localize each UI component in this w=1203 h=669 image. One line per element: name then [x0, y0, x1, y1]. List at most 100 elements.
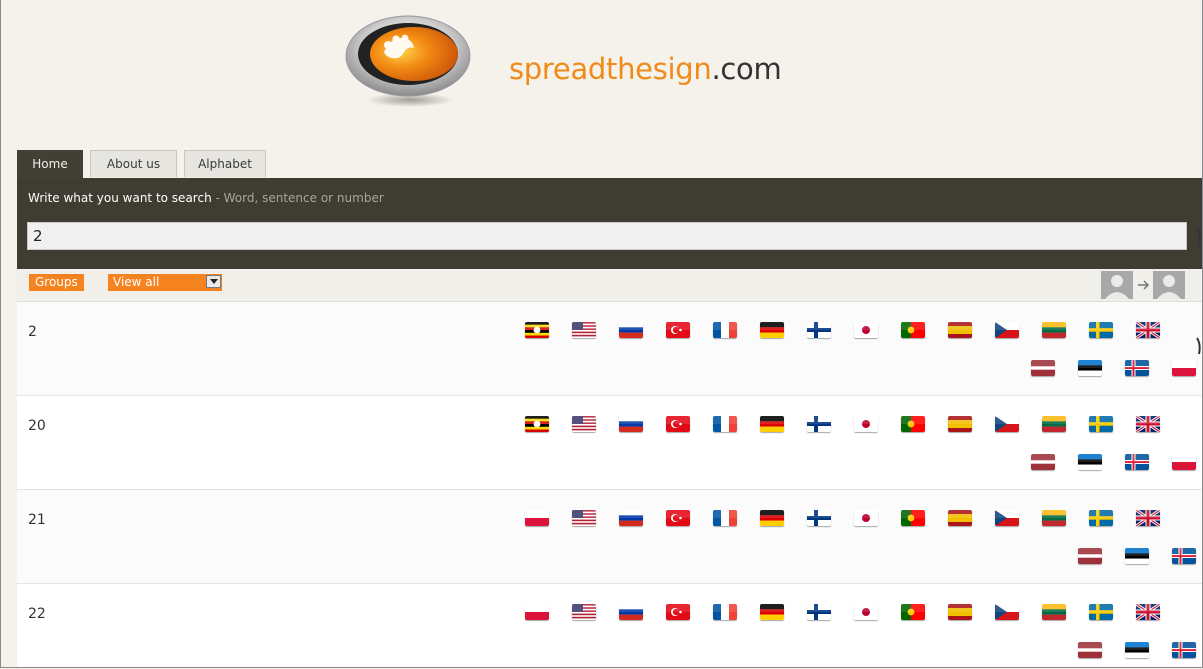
flag-czech-icon[interactable]: [995, 416, 1019, 432]
search-input[interactable]: 2: [27, 222, 1187, 250]
filter-bar: Groups View all: [17, 269, 1202, 302]
flag-estonia-icon[interactable]: [1125, 642, 1149, 658]
flag-spain-icon[interactable]: [948, 322, 972, 338]
flag-russia-icon[interactable]: [619, 604, 643, 620]
language-flags: [17, 302, 1202, 395]
flag-estonia-icon[interactable]: [1078, 454, 1102, 470]
flag-lithuania-icon[interactable]: [1042, 416, 1066, 432]
view-select[interactable]: View all: [108, 274, 222, 291]
flag-sweden-icon[interactable]: [1089, 416, 1113, 432]
search-hint: - Word, sentence or number: [211, 191, 384, 205]
groups-button[interactable]: Groups: [29, 274, 84, 291]
flag-finland-icon[interactable]: [807, 604, 831, 620]
logo-hand-icon[interactable]: [344, 12, 476, 108]
flag-russia-icon[interactable]: [619, 416, 643, 432]
site-header: spreadthesign.com: [1, 0, 1202, 148]
tab-about-us[interactable]: About us: [90, 150, 177, 177]
flag-czech-icon[interactable]: [995, 322, 1019, 338]
tab-home[interactable]: Home: [17, 150, 83, 178]
flag-germany-icon[interactable]: [760, 604, 784, 620]
language-flags: [17, 584, 1202, 667]
flag-iceland-icon[interactable]: [1172, 548, 1196, 564]
result-row[interactable]: 22: [17, 584, 1202, 667]
flag-portugal-icon[interactable]: [901, 322, 925, 338]
flag-latvia-icon[interactable]: [1031, 360, 1055, 376]
flag-lithuania-icon[interactable]: [1042, 510, 1066, 526]
flag-portugal-icon[interactable]: [901, 416, 925, 432]
result-row[interactable]: 20: [17, 396, 1202, 490]
flag-usa-icon[interactable]: [572, 322, 596, 338]
page-frame: spreadthesign.com Home About us Alphabet…: [0, 0, 1203, 668]
flag-japan-icon[interactable]: [854, 604, 878, 620]
flag-russia-icon[interactable]: [619, 510, 643, 526]
flag-latvia-icon[interactable]: [1031, 454, 1055, 470]
flag-poland-icon[interactable]: [1172, 360, 1196, 376]
flag-sweden-icon[interactable]: [1089, 510, 1113, 526]
flag-finland-icon[interactable]: [807, 510, 831, 526]
flag-japan-icon[interactable]: [854, 416, 878, 432]
flag-poland-icon[interactable]: [525, 604, 549, 620]
flag-sweden-icon[interactable]: [1089, 322, 1113, 338]
flag-usa-icon[interactable]: [572, 604, 596, 620]
flag-france-icon[interactable]: [713, 604, 737, 620]
flag-uk-icon[interactable]: [1136, 510, 1160, 526]
language-flags: [17, 490, 1202, 583]
language-flags: [17, 396, 1202, 489]
flag-iceland-icon[interactable]: [1172, 642, 1196, 658]
flag-estonia-icon[interactable]: [1078, 360, 1102, 376]
flag-latvia-icon[interactable]: [1078, 548, 1102, 564]
flag-finland-icon[interactable]: [807, 416, 831, 432]
flag-turkey-icon[interactable]: [666, 604, 690, 620]
flag-usa-icon[interactable]: [572, 510, 596, 526]
logo-wordmark[interactable]: spreadthesign.com: [509, 52, 782, 86]
tab-alphabet[interactable]: Alphabet: [184, 150, 266, 177]
flag-france-icon[interactable]: [713, 510, 737, 526]
swap-person-icon[interactable]: [1101, 271, 1189, 299]
flag-spain-icon[interactable]: [948, 604, 972, 620]
flag-poland-icon[interactable]: [525, 510, 549, 526]
edge-mark-icon: [1196, 337, 1201, 355]
logo-tld: .com: [711, 52, 782, 86]
flag-turkey-icon[interactable]: [666, 510, 690, 526]
flag-latvia-icon[interactable]: [1078, 642, 1102, 658]
flag-france-icon[interactable]: [713, 416, 737, 432]
flag-lithuania-icon[interactable]: [1042, 604, 1066, 620]
flag-portugal-icon[interactable]: [901, 604, 925, 620]
flag-portugal-icon[interactable]: [901, 510, 925, 526]
flag-france-icon[interactable]: [713, 322, 737, 338]
edge-mark-icon: [1196, 227, 1201, 247]
flag-japan-icon[interactable]: [854, 510, 878, 526]
flag-turkey-icon[interactable]: [666, 322, 690, 338]
chevron-down-icon[interactable]: [206, 275, 221, 288]
flag-sweden-icon[interactable]: [1089, 604, 1113, 620]
flag-turkey-icon[interactable]: [666, 416, 690, 432]
flag-iceland-icon[interactable]: [1125, 360, 1149, 376]
view-select-value: View all: [113, 275, 160, 289]
flag-usa-icon[interactable]: [572, 416, 596, 432]
flag-spain-icon[interactable]: [948, 510, 972, 526]
flag-lithuania-icon[interactable]: [1042, 322, 1066, 338]
flag-uk-icon[interactable]: [1136, 416, 1160, 432]
flag-germany-icon[interactable]: [760, 416, 784, 432]
result-row[interactable]: 2: [17, 302, 1202, 396]
logo-brand: spreadthesign: [509, 52, 712, 86]
flag-uganda-icon[interactable]: [525, 416, 549, 432]
flag-uganda-icon[interactable]: [525, 322, 549, 338]
flag-uk-icon[interactable]: [1136, 604, 1160, 620]
flag-czech-icon[interactable]: [995, 604, 1019, 620]
flag-estonia-icon[interactable]: [1125, 548, 1149, 564]
search-label-main: Write what you want to search: [28, 191, 212, 205]
flag-uk-icon[interactable]: [1136, 322, 1160, 338]
search-panel: Write what you want to search - Word, se…: [17, 178, 1202, 269]
flag-czech-icon[interactable]: [995, 510, 1019, 526]
flag-germany-icon[interactable]: [760, 510, 784, 526]
flag-poland-icon[interactable]: [1172, 454, 1196, 470]
flag-spain-icon[interactable]: [948, 416, 972, 432]
flag-japan-icon[interactable]: [854, 322, 878, 338]
flag-russia-icon[interactable]: [619, 322, 643, 338]
search-label: Write what you want to search - Word, se…: [28, 191, 384, 205]
flag-iceland-icon[interactable]: [1125, 454, 1149, 470]
flag-finland-icon[interactable]: [807, 322, 831, 338]
result-row[interactable]: 21: [17, 490, 1202, 584]
flag-germany-icon[interactable]: [760, 322, 784, 338]
